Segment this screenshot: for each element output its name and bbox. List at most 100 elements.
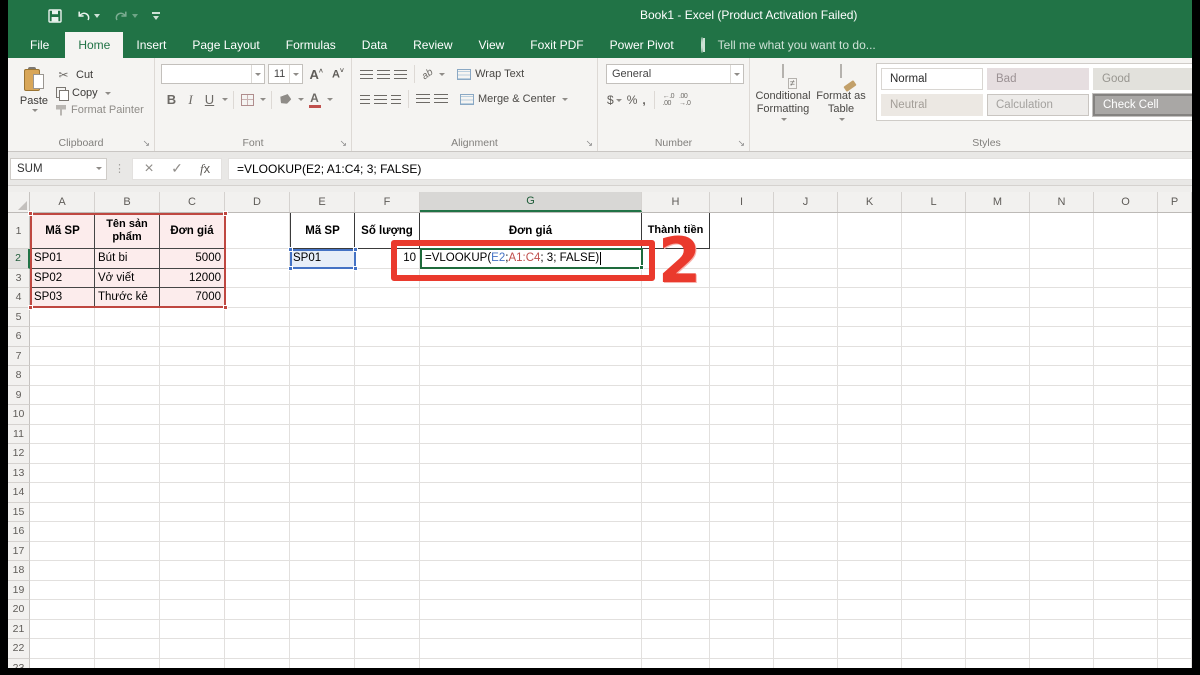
column-header-I[interactable]: I <box>710 192 774 212</box>
cell-B17[interactable] <box>95 542 160 562</box>
cell-O1[interactable] <box>1094 213 1158 249</box>
cell-F23[interactable] <box>355 659 420 669</box>
enter-icon[interactable]: ✓ <box>163 160 191 177</box>
bottom-align-icon[interactable] <box>394 70 407 79</box>
cell-D23[interactable] <box>225 659 290 669</box>
cell-A10[interactable] <box>30 405 95 425</box>
column-header-F[interactable]: F <box>355 192 420 212</box>
cell-F3[interactable] <box>355 269 420 289</box>
cell-M13[interactable] <box>966 464 1030 484</box>
cell-P15[interactable] <box>1158 503 1192 523</box>
cell-F9[interactable] <box>355 386 420 406</box>
cell-I13[interactable] <box>710 464 774 484</box>
cell-B19[interactable] <box>95 581 160 601</box>
cell-M22[interactable] <box>966 639 1030 659</box>
currency-button[interactable]: $ <box>607 93 622 107</box>
cell-K1[interactable] <box>838 213 902 249</box>
cell-K13[interactable] <box>838 464 902 484</box>
cell-B18[interactable] <box>95 561 160 581</box>
cell-K5[interactable] <box>838 308 902 328</box>
cell-H8[interactable] <box>642 366 710 386</box>
cell-H4[interactable] <box>642 288 710 308</box>
cell-H21[interactable] <box>642 620 710 640</box>
row-header-16[interactable]: 16 <box>8 522 30 542</box>
cell-M8[interactable] <box>966 366 1030 386</box>
cell-O4[interactable] <box>1094 288 1158 308</box>
cell-J14[interactable] <box>774 483 838 503</box>
cell-E2[interactable]: SP01 <box>290 249 355 269</box>
cell-P7[interactable] <box>1158 347 1192 367</box>
cell-M7[interactable] <box>966 347 1030 367</box>
column-header-P[interactable]: P <box>1158 192 1192 212</box>
font-name-dropdown-icon[interactable] <box>251 65 264 83</box>
cell-A18[interactable] <box>30 561 95 581</box>
cell-H17[interactable] <box>642 542 710 562</box>
cell-L2[interactable] <box>902 249 966 269</box>
cell-style-calculation[interactable]: Calculation <box>987 94 1089 116</box>
cell-D1[interactable] <box>225 213 290 249</box>
cell-I11[interactable] <box>710 425 774 445</box>
cell-D22[interactable] <box>225 639 290 659</box>
cell-I16[interactable] <box>710 522 774 542</box>
cell-M6[interactable] <box>966 327 1030 347</box>
cell-M19[interactable] <box>966 581 1030 601</box>
cell-B22[interactable] <box>95 639 160 659</box>
cell-C9[interactable] <box>160 386 225 406</box>
cell-O3[interactable] <box>1094 269 1158 289</box>
cell-B4[interactable]: Thước kẻ <box>95 288 160 308</box>
cell-G7[interactable] <box>420 347 642 367</box>
cell-D9[interactable] <box>225 386 290 406</box>
cell-P6[interactable] <box>1158 327 1192 347</box>
cell-C12[interactable] <box>160 444 225 464</box>
cell-P20[interactable] <box>1158 600 1192 620</box>
cell-P19[interactable] <box>1158 581 1192 601</box>
row-header-8[interactable]: 8 <box>8 366 30 386</box>
cell-J5[interactable] <box>774 308 838 328</box>
row-header-5[interactable]: 5 <box>8 308 30 328</box>
cell-N22[interactable] <box>1030 639 1094 659</box>
align-center-icon[interactable] <box>374 95 387 104</box>
cell-J3[interactable] <box>774 269 838 289</box>
cell-L20[interactable] <box>902 600 966 620</box>
cell-M11[interactable] <box>966 425 1030 445</box>
cell-B10[interactable] <box>95 405 160 425</box>
cell-L11[interactable] <box>902 425 966 445</box>
cell-D10[interactable] <box>225 405 290 425</box>
top-align-icon[interactable] <box>360 70 373 79</box>
cell-F1[interactable]: Số lượng <box>355 213 420 249</box>
wrap-text-button[interactable]: Wrap Text <box>457 68 524 80</box>
cell-E1[interactable]: Mã SP <box>290 213 355 249</box>
cell-N13[interactable] <box>1030 464 1094 484</box>
cell-C7[interactable] <box>160 347 225 367</box>
cell-B7[interactable] <box>95 347 160 367</box>
row-header-23[interactable]: 23 <box>8 659 30 669</box>
row-header-20[interactable]: 20 <box>8 600 30 620</box>
column-header-B[interactable]: B <box>95 192 160 212</box>
cell-J15[interactable] <box>774 503 838 523</box>
cell-C18[interactable] <box>160 561 225 581</box>
cell-I20[interactable] <box>710 600 774 620</box>
cell-I9[interactable] <box>710 386 774 406</box>
row-header-6[interactable]: 6 <box>8 327 30 347</box>
cell-P3[interactable] <box>1158 269 1192 289</box>
paste-button[interactable]: Paste <box>12 62 56 135</box>
tab-review[interactable]: Review <box>400 32 465 58</box>
cell-F13[interactable] <box>355 464 420 484</box>
row-header-17[interactable]: 17 <box>8 542 30 562</box>
cell-G19[interactable] <box>420 581 642 601</box>
cell-F10[interactable] <box>355 405 420 425</box>
cell-C14[interactable] <box>160 483 225 503</box>
cell-G23[interactable] <box>420 659 642 669</box>
cell-N3[interactable] <box>1030 269 1094 289</box>
row-header-15[interactable]: 15 <box>8 503 30 523</box>
cell-D3[interactable] <box>225 269 290 289</box>
cell-L17[interactable] <box>902 542 966 562</box>
cell-A8[interactable] <box>30 366 95 386</box>
cell-F12[interactable] <box>355 444 420 464</box>
cell-D17[interactable] <box>225 542 290 562</box>
cell-O14[interactable] <box>1094 483 1158 503</box>
cell-K20[interactable] <box>838 600 902 620</box>
cell-B20[interactable] <box>95 600 160 620</box>
cell-O16[interactable] <box>1094 522 1158 542</box>
cell-A1[interactable]: Mã SP <box>30 213 95 249</box>
